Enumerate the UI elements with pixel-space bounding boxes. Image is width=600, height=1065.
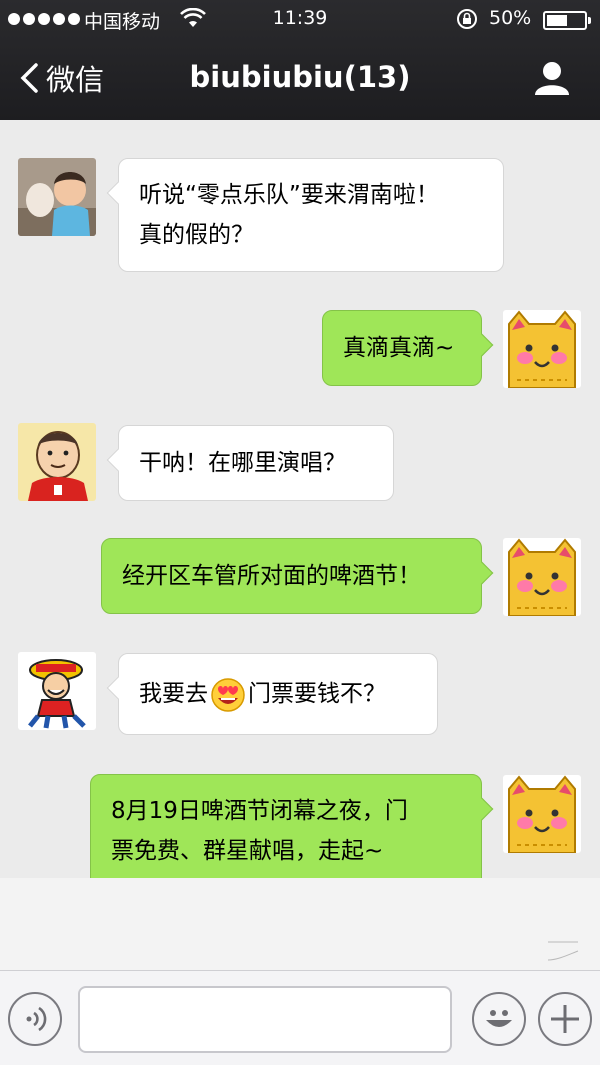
message-text: 8月19日啤酒节闭幕之夜，门 — [111, 798, 408, 824]
my-avatar[interactable] — [503, 310, 581, 388]
message-text: 我要去 — [139, 681, 208, 707]
keyboard-panel — [0, 878, 600, 970]
message-text: 听说“零点乐队”要来渭南啦！ — [139, 182, 439, 208]
input-bar — [0, 970, 600, 1065]
chat-title: biubiubiu(13) — [189, 60, 411, 94]
message-bubble[interactable]: 经开区车管所对面的啤酒节！ — [101, 538, 494, 614]
message-text: 干呐！在哪里演唱？ — [139, 450, 346, 476]
top-bar: 中国移动 11:39 50% 微信 biubiubiu(13) — [0, 0, 600, 120]
emoji-button[interactable] — [472, 992, 526, 1046]
voice-button[interactable] — [8, 992, 62, 1046]
my-avatar[interactable] — [503, 538, 581, 616]
plus-icon — [551, 1005, 579, 1033]
message-bubble[interactable]: 我要去 门票要钱不？ — [106, 653, 438, 735]
person-icon[interactable] — [532, 58, 572, 98]
message-text: 经开区车管所对面的啤酒节！ — [122, 563, 421, 589]
sender-avatar[interactable] — [18, 652, 96, 730]
smile-icon — [486, 1010, 512, 1027]
message-text: 门票要钱不？ — [248, 681, 386, 707]
message-text: 真的假的？ — [139, 222, 254, 248]
lock-rotation-icon — [457, 9, 477, 29]
status-bar: 中国移动 11:39 50% — [0, 0, 600, 38]
battery-percent: 50% — [489, 7, 532, 29]
voice-icon — [26, 1006, 47, 1032]
message-text: 真滴真滴~ — [343, 335, 455, 361]
message-bubble[interactable]: 听说“零点乐队”要来渭南啦！ 真的假的？ — [106, 158, 504, 272]
my-avatar[interactable] — [503, 775, 581, 853]
heart-eyes-emoji-icon — [211, 677, 245, 712]
message-bubble[interactable]: 8月19日啤酒节闭幕之夜，门 票免费、群星献唱，走起~ — [90, 774, 494, 878]
message-list[interactable]: 听说“零点乐队”要来渭南啦！ 真的假的？ 真滴真滴~ 干呐！在哪里演唱？ 经开区… — [0, 120, 600, 878]
sender-avatar[interactable] — [18, 158, 96, 236]
message-input[interactable] — [78, 986, 452, 1053]
message-bubble[interactable]: 干呐！在哪里演唱？ — [106, 425, 394, 501]
more-button[interactable] — [538, 992, 592, 1046]
drag-handle-icon — [547, 941, 579, 961]
battery-icon — [543, 11, 591, 30]
sender-avatar[interactable] — [18, 423, 96, 501]
message-bubble[interactable]: 真滴真滴~ — [322, 310, 494, 386]
message-text: 票免费、群星献唱，走起~ — [111, 838, 384, 864]
